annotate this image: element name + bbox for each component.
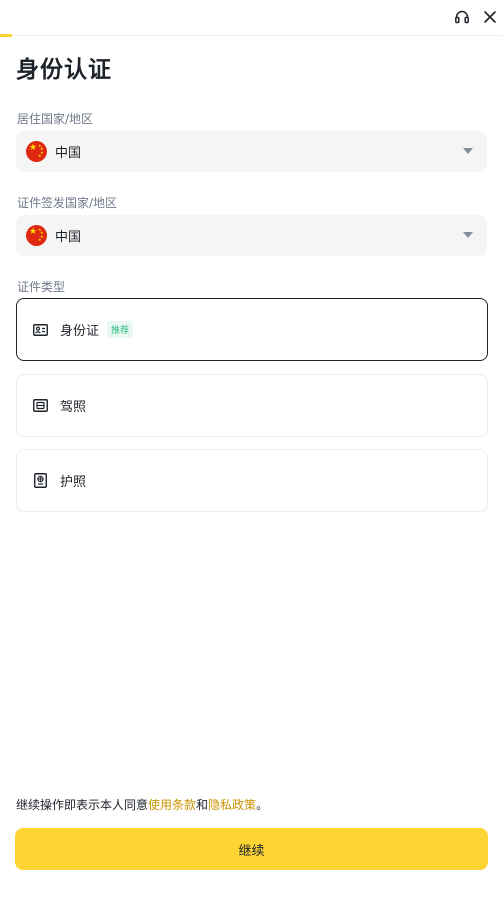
agreement-and: 和 xyxy=(196,798,209,812)
residence-label: 居住国家/地区 xyxy=(17,112,94,126)
agreement-text: 继续操作即表示本人同意使用条款和隐私政策。 xyxy=(16,796,268,813)
privacy-link[interactable]: 隐私政策 xyxy=(208,798,256,812)
issuing-value: 中国 xyxy=(55,230,82,245)
doc-option-id-card[interactable]: 身份证 推荐 xyxy=(16,298,488,361)
continue-button[interactable]: 继续 xyxy=(15,828,488,870)
doc-option-label: 身份证 xyxy=(60,324,100,339)
passport-icon xyxy=(32,473,48,488)
china-flag-icon: ★ ★ ★ ★ ★ xyxy=(26,225,47,246)
doc-option-label: 驾照 xyxy=(60,400,87,415)
page-title: 身份认证 xyxy=(16,57,112,83)
headset-icon[interactable] xyxy=(453,8,471,26)
issuing-select[interactable]: ★ ★ ★ ★ ★ 中国 xyxy=(16,215,487,256)
residence-value: 中国 xyxy=(55,146,82,161)
doc-option-driver-license[interactable]: 驾照 xyxy=(16,374,488,437)
doc-option-passport[interactable]: 护照 xyxy=(16,449,488,512)
issuing-label: 证件签发国家/地区 xyxy=(17,196,118,210)
residence-select[interactable]: ★ ★ ★ ★ ★ 中国 xyxy=(16,131,487,172)
driver-license-icon xyxy=(32,399,48,413)
agreement-prefix: 继续操作即表示本人同意 xyxy=(16,798,149,812)
chevron-down-icon xyxy=(463,232,473,238)
china-flag-icon: ★ ★ ★ ★ ★ xyxy=(26,141,47,162)
chevron-down-icon xyxy=(463,148,473,154)
agreement-suffix: 。 xyxy=(256,798,269,812)
doc-type-label: 证件类型 xyxy=(17,280,66,294)
id-card-icon xyxy=(32,323,48,337)
recommended-badge: 推荐 xyxy=(107,321,134,338)
progress-bar xyxy=(0,34,12,37)
top-bar xyxy=(0,0,503,37)
terms-link[interactable]: 使用条款 xyxy=(148,798,196,812)
doc-option-label: 护照 xyxy=(60,475,87,490)
close-icon[interactable] xyxy=(481,8,499,26)
